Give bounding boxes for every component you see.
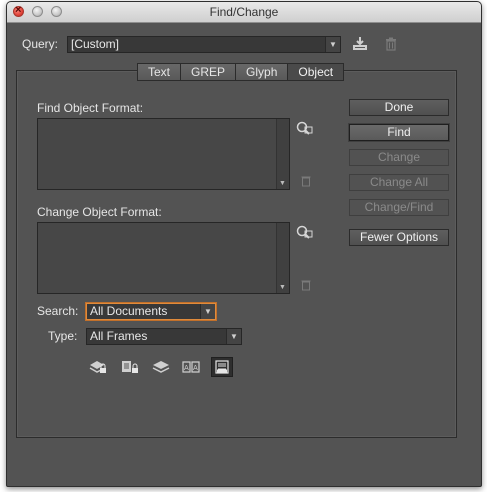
query-select[interactable]: [Custom] ▼ — [67, 36, 341, 53]
trash-icon[interactable] — [382, 35, 400, 53]
tab-grep[interactable]: GREP — [180, 63, 237, 81]
change-all-button[interactable]: Change All — [349, 174, 449, 191]
hidden-layers-icon[interactable] — [150, 357, 172, 377]
clear-find-format-icon[interactable] — [297, 172, 315, 190]
change-button[interactable]: Change — [349, 149, 449, 166]
locked-items-icon[interactable] — [119, 357, 141, 377]
tab-bar: Text GREP Glyph Object — [137, 63, 345, 81]
change-find-button[interactable]: Change/Find — [349, 199, 449, 216]
type-select[interactable]: All Frames ▼ — [86, 328, 242, 345]
title-bar: Find/Change — [7, 2, 481, 23]
find-format-label: Find Object Format: — [37, 101, 144, 115]
tab-object[interactable]: Object — [287, 63, 345, 81]
chevron-down-icon: ▼ — [200, 304, 215, 319]
scroll-down-icon[interactable]: ▼ — [279, 180, 286, 187]
change-format-scrollbar[interactable]: ▼ — [276, 223, 289, 293]
save-query-icon[interactable] — [351, 35, 369, 53]
search-select[interactable]: All Documents ▼ — [86, 303, 216, 320]
scroll-down-icon[interactable]: ▼ — [279, 284, 286, 291]
type-value: All Frames — [90, 329, 148, 343]
window-title: Find/Change — [209, 5, 279, 19]
fewer-options-button[interactable]: Fewer Options — [349, 229, 449, 246]
clear-change-format-icon[interactable] — [297, 276, 315, 294]
tab-text[interactable]: Text — [137, 63, 182, 81]
search-label: Search: — [37, 304, 79, 318]
search-value: All Documents — [90, 304, 168, 318]
locked-layers-icon[interactable] — [87, 357, 109, 377]
specify-find-format-icon[interactable] — [296, 120, 314, 138]
svg-text:A: A — [184, 364, 189, 372]
footnotes-icon[interactable] — [211, 357, 233, 377]
svg-text:A: A — [193, 364, 198, 372]
chevron-down-icon: ▼ — [226, 329, 241, 344]
chevron-down-icon: ▼ — [325, 37, 340, 52]
change-format-box[interactable]: ▼ — [37, 222, 290, 294]
find-format-box[interactable]: ▼ — [37, 118, 290, 190]
done-button[interactable]: Done — [349, 99, 449, 116]
specify-change-format-icon[interactable] — [296, 224, 314, 242]
tab-glyph[interactable]: Glyph — [235, 63, 289, 81]
query-label: Query: — [22, 37, 59, 51]
find-format-scrollbar[interactable]: ▼ — [276, 119, 289, 189]
change-format-label: Change Object Format: — [37, 205, 162, 219]
query-value: [Custom] — [71, 37, 120, 51]
master-pages-icon[interactable]: AA — [180, 357, 202, 377]
type-label: Type: — [48, 329, 78, 343]
find-button[interactable]: Find — [349, 124, 449, 141]
